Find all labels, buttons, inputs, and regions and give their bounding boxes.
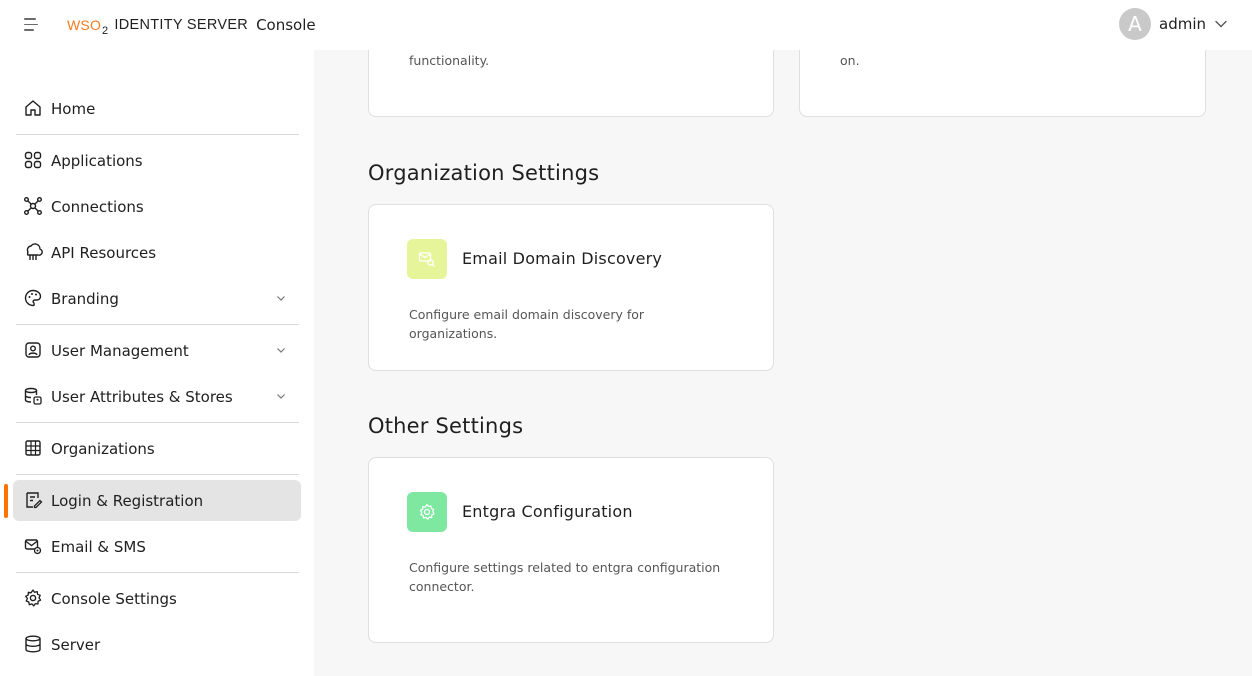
- chevron-down-icon[interactable]: [1214, 17, 1228, 31]
- sidebar-item-label: User Management: [51, 341, 189, 360]
- sidebar-item-label: User Attributes & Stores: [51, 387, 233, 406]
- sidebar-item-label: Branding: [51, 289, 119, 308]
- sidebar-item-label: Console Settings: [51, 589, 177, 608]
- sidebar-item-user-management[interactable]: User Management: [13, 330, 301, 371]
- settings-icon: [407, 492, 447, 532]
- card-description: on.: [840, 53, 860, 68]
- sidebar-item-applications[interactable]: Applications: [13, 140, 301, 181]
- sidebar-item-api-resources[interactable]: API Resources: [13, 232, 301, 273]
- sidebar-item-label: Login & Registration: [51, 491, 204, 510]
- divider: [16, 324, 299, 325]
- user-attributes-icon: [24, 387, 42, 405]
- sidebar-item-organizations[interactable]: Organizations: [13, 428, 301, 469]
- sidebar-item-label: Organizations: [51, 439, 155, 458]
- top-header: WSO 2 IDENTITY SERVER Console A admin: [0, 0, 1252, 50]
- brand-logo[interactable]: WSO 2 IDENTITY SERVER Console: [67, 13, 316, 37]
- card-description: Configure email domain discovery for org…: [409, 307, 645, 341]
- sidebar-item-label: Server: [51, 635, 101, 654]
- sidebar-item-label: API Resources: [51, 243, 157, 262]
- sidebar-item-label: Home: [51, 99, 96, 118]
- main-content: functionality. on. Organization Settings…: [314, 50, 1252, 676]
- divider: [16, 474, 299, 475]
- card-description: functionality.: [409, 53, 490, 68]
- sidebar-item-connections[interactable]: Connections: [13, 186, 301, 227]
- menu-toggle-icon[interactable]: [24, 14, 44, 34]
- sidebar-item-server[interactable]: Server: [13, 624, 301, 665]
- card-title: Entgra Configuration: [462, 502, 633, 521]
- entgra-configuration-card[interactable]: Entgra Configuration Configure settings …: [368, 457, 774, 643]
- connections-icon: [24, 197, 42, 215]
- chevron-down-icon[interactable]: [275, 344, 287, 356]
- card-description: Configure settings related to entgra con…: [409, 560, 721, 594]
- sidebar-item-label: Applications: [51, 151, 143, 170]
- wso2-logo: WSO 2: [67, 17, 109, 37]
- settings-card[interactable]: functionality.: [368, 50, 774, 117]
- section-title: Organization Settings: [368, 161, 600, 185]
- user-management-icon: [25, 342, 41, 358]
- chevron-down-icon[interactable]: [275, 292, 287, 304]
- sidebar-item-branding[interactable]: Branding: [13, 278, 301, 319]
- divider: [16, 572, 299, 573]
- email-domain-discovery-card[interactable]: Email Domain Discovery Configure email d…: [368, 204, 774, 371]
- sidebar-item-login-registration[interactable]: Login & Registration: [13, 480, 301, 521]
- palette-icon: [24, 289, 42, 307]
- email-sms-icon: [24, 539, 42, 555]
- product-name: IDENTITY SERVER: [114, 17, 249, 33]
- api-resources-icon: [26, 243, 43, 260]
- home-icon: [25, 100, 41, 116]
- user-menu[interactable]: A admin: [1119, 8, 1228, 40]
- sidebar: Home Applications Connections API Resour…: [0, 50, 314, 676]
- avatar[interactable]: A: [1119, 8, 1151, 40]
- gear-icon: [25, 589, 42, 607]
- console-label: Console: [256, 16, 316, 34]
- username[interactable]: admin: [1159, 15, 1206, 33]
- organizations-icon: [25, 440, 41, 456]
- section-title: Other Settings: [368, 414, 524, 438]
- sidebar-item-label: Email & SMS: [51, 537, 146, 556]
- email-search-icon: [407, 239, 447, 279]
- divider: [16, 134, 299, 135]
- applications-icon: [24, 151, 42, 169]
- settings-card[interactable]: on.: [799, 50, 1206, 117]
- sidebar-item-home[interactable]: Home: [13, 88, 301, 129]
- sidebar-item-label: Connections: [51, 197, 144, 216]
- chevron-down-icon[interactable]: [275, 390, 287, 402]
- card-title: Email Domain Discovery: [462, 249, 663, 268]
- login-registration-icon: [26, 492, 43, 509]
- sidebar-item-console-settings[interactable]: Console Settings: [13, 578, 301, 619]
- sidebar-item-email-sms[interactable]: Email & SMS: [13, 526, 301, 567]
- divider: [16, 422, 299, 423]
- active-indicator: [4, 484, 8, 518]
- sidebar-item-user-attributes-stores[interactable]: User Attributes & Stores: [13, 376, 301, 417]
- server-icon: [25, 635, 41, 653]
